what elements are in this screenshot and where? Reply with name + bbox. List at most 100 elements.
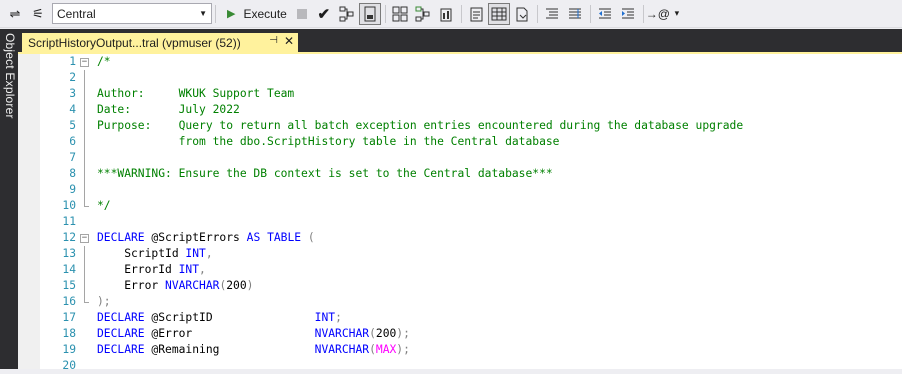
line-number: 1 — [69, 55, 76, 68]
code-token: ***WARNING: Ensure the DB context is set… — [97, 167, 553, 180]
code-token: INT — [178, 263, 200, 276]
client-statistics-icon[interactable] — [435, 3, 457, 25]
connect-icon[interactable]: ⇌ — [4, 3, 26, 25]
code-token: ScriptId — [97, 247, 186, 260]
execute-label: Execute — [243, 6, 287, 21]
object-explorer-label[interactable]: Object Explorer — [3, 33, 17, 119]
query-options-icon[interactable] — [389, 3, 411, 25]
code-text: Author: WKUK Support Team — [97, 86, 294, 102]
code-line[interactable]: 19 DECLARE @Remaining NVARCHAR(MAX); — [42, 342, 902, 358]
code-text: DECLARE @ScriptErrors AS TABLE ( — [97, 230, 315, 246]
code-area[interactable]: 1−/* 2 3 Author: WKUK Support Team 4 Date: Ju… — [42, 54, 902, 374]
code-token: from the dbo.ScriptHistory table in the … — [97, 135, 560, 148]
code-token: Author: WKUK Support Team — [97, 87, 295, 100]
code-line[interactable]: 12− DECLARE @ScriptErrors AS TABLE ( — [42, 230, 902, 246]
object-explorer-strip[interactable]: Object Explorer — [0, 29, 18, 369]
code-line[interactable]: 2 — [42, 70, 902, 86]
display-estimated-plan-icon[interactable] — [336, 3, 358, 25]
code-token: */ — [97, 199, 111, 212]
code-line[interactable]: 11 — [42, 214, 902, 230]
code-line[interactable]: 18 DECLARE @Error NVARCHAR(200); — [42, 326, 902, 342]
code-token: @ScriptID — [144, 311, 315, 324]
toolbar-overflow-icon[interactable]: ▾ — [670, 3, 684, 25]
database-dropdown[interactable]: Central ▼ — [52, 3, 212, 24]
code-token: ( — [369, 327, 376, 340]
code-text: ***WARNING: Ensure the DB context is set… — [97, 166, 553, 182]
results-to-text-icon[interactable] — [465, 3, 487, 25]
code-token: ); — [396, 327, 410, 340]
code-token: 200 — [375, 327, 397, 340]
stop-icon[interactable] — [296, 8, 307, 19]
code-line[interactable]: 7 — [42, 150, 902, 166]
code-line[interactable]: 9 — [42, 182, 902, 198]
code-token: ( — [301, 231, 315, 244]
code-line[interactable]: 16); — [42, 294, 902, 310]
query-toolbar: ⇌ ⚟ Central ▼ ▶ Execute ✔ →@ ▾ — [0, 0, 902, 28]
code-line[interactable]: 14 ErrorId INT, — [42, 262, 902, 278]
pin-icon[interactable]: ⊣ — [269, 35, 278, 46]
code-line[interactable]: 13 ScriptId INT, — [42, 246, 902, 262]
code-line[interactable]: 6 from the dbo.ScriptHistory table in th… — [42, 134, 902, 150]
code-text: DECLARE @ScriptID INT; — [97, 310, 342, 326]
specify-template-values-icon[interactable]: →@ — [646, 3, 670, 25]
query-editor[interactable]: 1−/* 2 3 Author: WKUK Support Team 4 Date: Ju… — [18, 54, 902, 372]
code-text: */ — [97, 198, 111, 214]
line-number: 7 — [69, 151, 76, 164]
code-token: NVARCHAR — [314, 343, 370, 356]
parse-checkmark-icon[interactable]: ✔ — [313, 3, 335, 25]
line-number: 18 — [62, 327, 76, 340]
code-token: MAX — [375, 343, 397, 356]
results-to-file-icon[interactable] — [511, 3, 533, 25]
decrease-indent-icon[interactable] — [594, 3, 616, 25]
code-text: from the dbo.ScriptHistory table in the … — [97, 134, 560, 150]
code-line[interactable]: 5 Purpose: Query to return all batch exce… — [42, 118, 902, 134]
code-text: ); — [97, 294, 111, 310]
code-line[interactable]: 4 Date: July 2022 — [42, 102, 902, 118]
code-token: NVARCHAR — [165, 279, 220, 292]
execute-button[interactable]: ▶ Execute — [223, 3, 291, 25]
collapse-icon[interactable]: − — [80, 58, 89, 67]
results-to-grid-icon[interactable] — [487, 2, 510, 25]
code-line[interactable]: 15 Error NVARCHAR(200) — [42, 278, 902, 294]
toolbar-separator — [460, 4, 462, 23]
code-line[interactable]: 8 ***WARNING: Ensure the DB context is se… — [42, 166, 902, 182]
code-token: /* — [97, 55, 111, 68]
tab-script-history-output[interactable]: ScriptHistoryOutput...tral (vpmuser (52)… — [22, 33, 298, 52]
code-text: Date: July 2022 — [97, 102, 240, 118]
play-icon: ▶ — [227, 8, 236, 20]
line-number: 17 — [62, 311, 76, 324]
line-number: 8 — [69, 167, 76, 180]
code-token: ) — [246, 279, 254, 292]
code-token: @Error — [144, 327, 315, 340]
code-line[interactable]: 3 Author: WKUK Support Team — [42, 86, 902, 102]
code-text: DECLARE @Remaining NVARCHAR(MAX); — [97, 342, 410, 358]
code-token: ); — [97, 295, 111, 308]
code-token: Date: July 2022 — [97, 103, 240, 116]
line-number: 11 — [62, 215, 76, 228]
code-line[interactable]: 1−/* — [42, 54, 902, 70]
code-line[interactable]: 20 — [42, 358, 902, 374]
close-icon[interactable]: ✕ — [284, 34, 294, 48]
toolbar-separator — [589, 4, 591, 23]
code-token: TABLE — [267, 231, 302, 244]
comment-lines-icon[interactable] — [541, 3, 563, 25]
increase-indent-icon[interactable] — [617, 3, 639, 25]
change-connection-icon[interactable]: ⚟ — [27, 3, 49, 25]
code-line[interactable]: 10 */ — [42, 198, 902, 214]
code-line[interactable]: 17 DECLARE @ScriptID INT; — [42, 310, 902, 326]
uncomment-lines-icon[interactable] — [564, 3, 586, 25]
code-text: Error NVARCHAR(200) — [97, 278, 253, 294]
line-number: 5 — [69, 119, 76, 132]
code-token: , — [205, 247, 213, 260]
code-token: ); — [396, 343, 410, 356]
line-number: 20 — [62, 359, 76, 372]
collapse-icon[interactable]: − — [80, 234, 89, 243]
intellisense-icon[interactable] — [358, 2, 381, 25]
code-token: ; — [335, 311, 342, 324]
line-number: 3 — [69, 87, 76, 100]
code-token: Purpose: Query to return all batch excep… — [97, 119, 744, 132]
line-number: 14 — [62, 263, 76, 276]
chevron-down-icon: ▼ — [199, 9, 207, 18]
code-text: Purpose: Query to return all batch excep… — [97, 118, 743, 134]
include-actual-plan-icon[interactable] — [412, 3, 434, 25]
